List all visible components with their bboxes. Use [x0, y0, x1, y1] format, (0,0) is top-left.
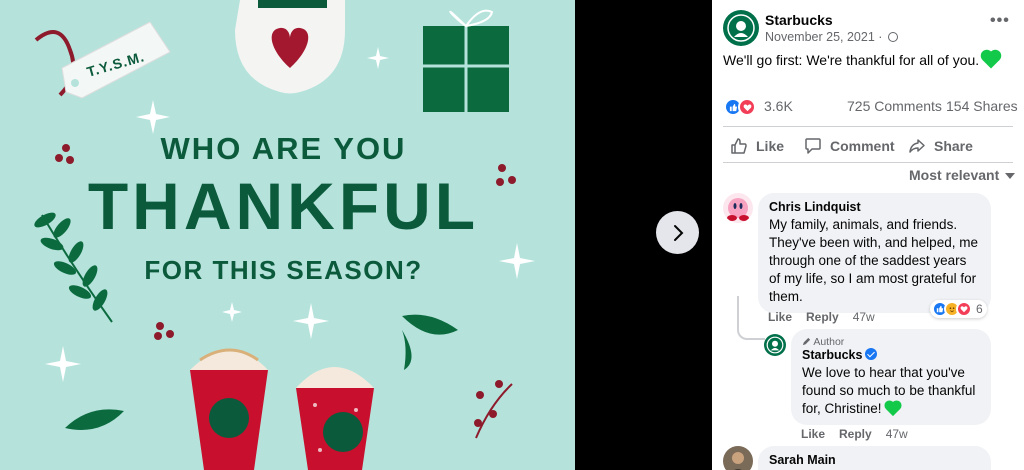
mitten-icon: [235, 0, 345, 94]
globe-icon: [887, 32, 898, 42]
divider: [723, 126, 1013, 127]
comment-reaction-count: 6: [976, 302, 983, 316]
share-button[interactable]: Share: [908, 136, 973, 156]
comment-button-label: Comment: [830, 138, 895, 154]
comment-icon: [805, 138, 821, 154]
author-badge: Author: [802, 336, 980, 348]
divider: [723, 162, 1013, 163]
pencil-icon: [802, 337, 811, 346]
reply-bubble: Author Starbucks We love to hear that yo…: [791, 329, 991, 425]
share-button-label: Share: [934, 138, 973, 154]
caret-down-icon: [1005, 173, 1016, 179]
reply-author[interactable]: Starbucks: [802, 348, 980, 362]
share-icon: [909, 139, 925, 153]
kirby-avatar-icon: [727, 198, 749, 221]
commenter-avatar[interactable]: [723, 193, 753, 223]
post-side-panel: Starbucks November 25, 2021 · ••• We'll …: [712, 0, 1024, 470]
comment-bubble: Chris Lindquist My family, animals, and …: [758, 193, 991, 313]
page-avatar[interactable]: [723, 10, 759, 46]
reply-text: We love to hear that you've found so muc…: [802, 364, 980, 418]
post-caption: We'll go first: We're thankful for all o…: [723, 51, 1000, 69]
comment-bubble: Sarah Main: [758, 446, 991, 470]
post-date-text[interactable]: November 25, 2021 ·: [765, 30, 882, 44]
comment-sort-label: Most relevant: [909, 167, 1000, 183]
reply-like-link[interactable]: Like: [801, 427, 825, 441]
present-icon: [423, 9, 509, 112]
starbucks-logo-icon: [727, 14, 755, 42]
shares-count[interactable]: 154 Shares: [946, 98, 1018, 114]
thumbs-up-icon: [731, 138, 747, 154]
reaction-count[interactable]: 3.6K: [764, 98, 793, 114]
comment-actions: Like Reply 47w: [768, 310, 889, 324]
post-date[interactable]: November 25, 2021 ·: [765, 30, 898, 44]
love-reaction-icon: [738, 98, 756, 116]
comment-age[interactable]: 47w: [853, 310, 875, 324]
holiday-cup-icon: [190, 348, 268, 470]
comment-button[interactable]: Comment: [804, 136, 895, 156]
love-reaction-icon: [956, 301, 972, 317]
commenter-avatar[interactable]: [723, 446, 753, 470]
headline-line-1: WHO ARE YOU: [160, 131, 407, 166]
reply-reply-link[interactable]: Reply: [839, 427, 872, 441]
comments-count[interactable]: 725 Comments: [847, 98, 942, 114]
facebook-photo-viewer: T.Y.S.M. WHO ARE YOU THANKFUL FOR THIS S…: [0, 0, 1024, 470]
comment-author[interactable]: Sarah Main: [769, 453, 980, 467]
comment-author[interactable]: Chris Lindquist: [769, 200, 980, 214]
comment-like-link[interactable]: Like: [768, 310, 792, 324]
green-heart-icon: [982, 51, 1000, 69]
next-photo-button[interactable]: [656, 211, 699, 254]
comment-reactions[interactable]: 6: [930, 300, 987, 318]
reply-author-avatar[interactable]: [764, 334, 786, 356]
like-button[interactable]: Like: [730, 136, 784, 156]
author-badge-label: Author: [813, 336, 845, 348]
headline-line-2: THANKFUL: [87, 169, 480, 243]
headline-line-3: FOR THIS SEASON?: [144, 255, 423, 285]
reply-age[interactable]: 47w: [886, 427, 908, 441]
green-heart-icon: [885, 401, 900, 417]
post-photo[interactable]: T.Y.S.M. WHO ARE YOU THANKFUL FOR THIS S…: [0, 0, 575, 470]
reply-actions: Like Reply 47w: [801, 427, 922, 441]
like-button-label: Like: [756, 138, 785, 154]
comment-reply-link[interactable]: Reply: [806, 310, 839, 324]
post-caption-text: We'll go first: We're thankful for all o…: [723, 52, 980, 68]
reply-thread-line: [737, 296, 765, 340]
reaction-icons[interactable]: [724, 97, 756, 117]
person-avatar-icon: [732, 452, 744, 470]
comment-text: My family, animals, and friends. They've…: [769, 217, 978, 304]
more-options-icon[interactable]: •••: [990, 12, 1010, 30]
chevron-right-icon: [673, 224, 683, 241]
holiday-cup-icon: [296, 367, 374, 470]
verified-badge-icon: [865, 348, 878, 360]
reply-author-name[interactable]: Starbucks: [802, 348, 862, 362]
page-name[interactable]: Starbucks: [765, 12, 833, 28]
comment-sort-dropdown[interactable]: Most relevant: [909, 167, 1016, 183]
starbucks-logo-icon: [766, 336, 784, 354]
